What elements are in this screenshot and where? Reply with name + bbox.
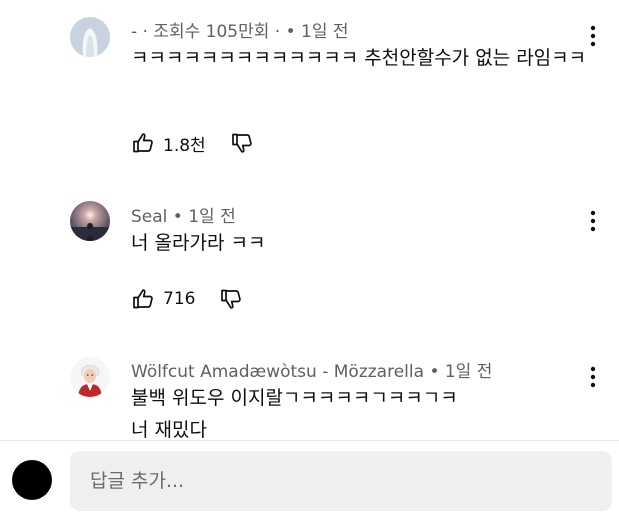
comment-item: - · 조회수 105만회 · • 1일 전 ㅋㅋㅋㅋㅋㅋㅋㅋㅋㅋㅋㅋㅋ 추천안…	[0, 0, 619, 180]
more-actions-button[interactable]	[582, 23, 604, 49]
like-button[interactable]	[131, 131, 155, 155]
comment-text: ㅋㅋㅋㅋㅋㅋㅋㅋㅋㅋㅋㅋㅋ 추천안할수가 없는 라임ㅋㅋ	[131, 47, 587, 69]
comment-item: Wölfcut Amadæwòtsu - Mözzarella • 1일 전 불…	[0, 345, 619, 440]
kebab-menu-icon	[590, 25, 596, 47]
like-count: 716	[163, 289, 196, 309]
add-reply-input[interactable]	[70, 451, 612, 511]
commenter-avatar[interactable]	[70, 201, 110, 241]
commenter-avatar[interactable]	[70, 357, 110, 397]
like-count: 1.8천	[163, 135, 206, 156]
thumbs-up-icon	[133, 133, 153, 153]
comment-actions: 1.8천	[131, 130, 254, 156]
comment-meta: - · 조회수 105만회 · • 1일 전	[131, 17, 349, 42]
kebab-menu-icon	[590, 210, 596, 232]
comment-time: • 1일 전	[172, 207, 236, 227]
like-button[interactable]	[131, 287, 155, 311]
comment-text: 너 올라가라 ㅋㅋ	[131, 232, 266, 254]
comment-time: • 1일 전	[429, 362, 493, 382]
more-actions-button[interactable]	[582, 364, 604, 390]
comment-author[interactable]: Seal	[131, 207, 167, 227]
comment-meta: Wölfcut Amadæwòtsu - Mözzarella • 1일 전	[131, 357, 492, 382]
thumbs-up-icon	[133, 289, 153, 309]
comment-author[interactable]: - · 조회수 105만회 ·	[131, 22, 280, 42]
reply-bar	[0, 441, 619, 517]
kebab-menu-icon	[590, 366, 596, 388]
comment-meta: Seal • 1일 전	[131, 202, 236, 227]
more-actions-button[interactable]	[582, 208, 604, 234]
commenter-avatar[interactable]	[70, 17, 110, 57]
comment-author[interactable]: Wölfcut Amadæwòtsu - Mözzarella	[131, 362, 424, 382]
comment-actions: 716	[131, 286, 243, 312]
dislike-button[interactable]	[219, 287, 243, 311]
mozart-portrait-avatar	[70, 357, 110, 397]
sunset-silhouette-avatar	[70, 201, 110, 241]
thumbs-down-icon	[231, 133, 252, 153]
comment-item: Seal • 1일 전 너 올라가라 ㅋㅋ 716	[0, 180, 619, 345]
ghost-avatar-icon	[70, 17, 110, 57]
current-user-avatar[interactable]	[12, 460, 52, 500]
dislike-button[interactable]	[230, 131, 254, 155]
comment-text: 불백 위도우 이지랄ㄱㅋㅋㅋㅋㄱㅋㅋㄱㅋ 너 재밌다	[131, 387, 458, 440]
thumbs-down-icon	[221, 289, 242, 309]
comment-time: • 1일 전	[285, 22, 349, 42]
comment-list: - · 조회수 105만회 · • 1일 전 ㅋㅋㅋㅋㅋㅋㅋㅋㅋㅋㅋㅋㅋ 추천안…	[0, 0, 619, 440]
